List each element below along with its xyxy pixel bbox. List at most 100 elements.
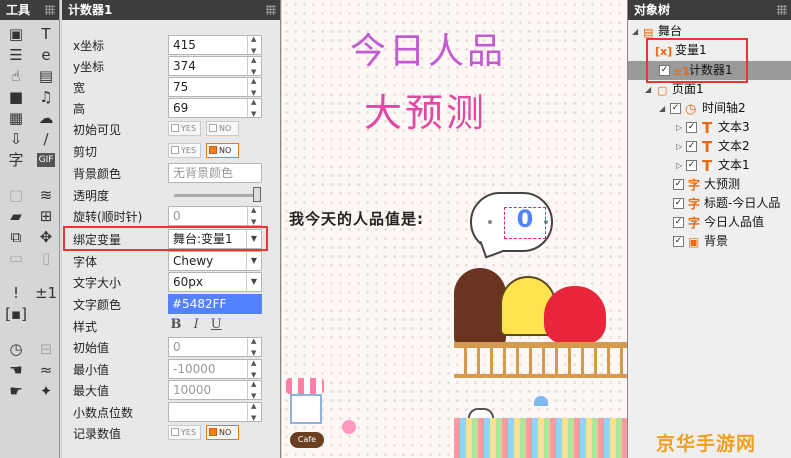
gif-tool-icon[interactable]: GIF [37, 152, 55, 167]
list-tool-icon[interactable]: ☰ [2, 44, 30, 65]
download-tool-icon[interactable]: ⇩ [2, 128, 30, 149]
visibility-checkbox[interactable]: ✓ [673, 217, 684, 228]
drag-grip-icon[interactable] [777, 5, 787, 15]
timer-tool-icon[interactable]: ◷ [2, 338, 30, 359]
counter-tool-icon[interactable]: ±1 [32, 282, 60, 303]
bold-button[interactable]: B [168, 317, 184, 332]
prop-record-value: 记录数值 YES NO [62, 422, 281, 444]
visibility-checkbox[interactable]: ✓ [673, 179, 684, 190]
tree-item-title-today[interactable]: ✓ 字 标题-今日人品 [628, 194, 791, 213]
italic-button[interactable]: I [188, 317, 204, 332]
yes-toggle[interactable]: YES [168, 425, 201, 440]
visibility-checkbox[interactable]: ✓ [670, 103, 681, 114]
chevron-down-icon[interactable]: ▼ [246, 273, 261, 291]
music-tool-icon[interactable]: ♫ [32, 86, 60, 107]
bracket-tool-icon[interactable]: [▪] [2, 303, 30, 324]
chocolate-character [454, 268, 506, 348]
move-tool-icon[interactable]: ✥ [32, 226, 60, 247]
gallery-tool-icon[interactable]: ▤ [32, 65, 60, 86]
tree-item-timeline2[interactable]: ◢ ✓ ◷ 时间轴2 [628, 99, 791, 118]
stage-title-line1[interactable]: 今日人品 [350, 22, 506, 74]
frame-tool-icon[interactable]: ▦ [2, 107, 30, 128]
max-spinner[interactable] [247, 380, 261, 400]
magic-tool-icon[interactable]: ✦ [32, 380, 60, 401]
slider-tool-icon[interactable]: ⊟ [32, 338, 60, 359]
phone-tool-icon[interactable]: ▯ [32, 247, 60, 268]
blank-page-tool-icon[interactable]: ▢ [2, 184, 30, 205]
yes-toggle[interactable]: YES [168, 121, 201, 136]
stage-canvas[interactable]: 今日人品 大预测 我今天的人品值是: 0 Cafe [282, 0, 627, 458]
visibility-checkbox[interactable]: ✓ [686, 122, 697, 133]
folder-tool-icon[interactable]: ▰ [2, 205, 30, 226]
copy-tool-icon[interactable]: ⧉ [2, 226, 30, 247]
prop-font: 字体 Chewy ▼ [62, 250, 281, 272]
height-spinner[interactable] [247, 98, 261, 118]
no-toggle[interactable]: NO [206, 143, 239, 158]
selection-handle[interactable] [488, 220, 492, 224]
expand-arrow-icon[interactable]: ▷ [676, 156, 682, 175]
initial-value-spinner[interactable] [247, 337, 261, 357]
sliders-tool-icon[interactable]: ⊞ [32, 205, 60, 226]
strawberry-character [544, 286, 606, 344]
yes-toggle[interactable]: YES [168, 143, 201, 158]
shake-tool-icon[interactable]: ☚ [2, 359, 30, 380]
y-spinner[interactable] [247, 56, 261, 76]
text-color-swatch[interactable]: #5482FF [168, 294, 262, 314]
prop-min: 最小值 -10000 [62, 358, 281, 380]
alert-tool-icon[interactable]: ! [2, 282, 30, 303]
image-tool-icon[interactable]: ▣ [2, 23, 30, 44]
web-tool-icon[interactable]: e [32, 44, 60, 65]
opacity-slider-handle[interactable] [253, 187, 261, 202]
checkbox-icon [209, 146, 217, 154]
stage-question-text[interactable]: 我今天的人品值是: [289, 208, 424, 229]
collapse-arrow-icon[interactable]: ◢ [632, 22, 638, 41]
visibility-checkbox[interactable]: ✓ [686, 160, 697, 171]
tree-item-label: 背景 [704, 234, 729, 248]
yes-label: YES [181, 428, 197, 437]
no-toggle[interactable]: NO [206, 425, 239, 440]
swipe-tool-icon[interactable]: ≈ [32, 359, 60, 380]
counter-value[interactable]: 0 [504, 205, 546, 233]
checkbox-icon [209, 428, 217, 436]
width-spinner[interactable] [247, 77, 261, 97]
tree-item-text2[interactable]: ▷ ✓ T 文本2 [628, 137, 791, 156]
opacity-slider-track[interactable] [174, 194, 256, 197]
expand-arrow-icon[interactable]: ▷ [676, 137, 682, 156]
checkbox-icon [209, 124, 217, 132]
video-tool-icon[interactable]: ■ [2, 86, 30, 107]
chevron-down-icon[interactable]: ▼ [246, 252, 261, 270]
tree-item-text1[interactable]: ▷ ✓ T 文本1 [628, 156, 791, 175]
decimals-spinner[interactable] [247, 402, 261, 422]
no-toggle[interactable]: NO [206, 121, 239, 136]
bg-color-input[interactable]: 无背景颜色 [168, 163, 262, 183]
text-tool-icon[interactable]: T [32, 23, 60, 44]
shop-window [290, 394, 322, 424]
x-spinner[interactable] [247, 35, 261, 55]
visibility-checkbox[interactable]: ✓ [673, 236, 684, 247]
tree-item-today-value[interactable]: ✓ 字 今日人品值 [628, 213, 791, 232]
pointer-tool-icon[interactable]: ☝ [2, 65, 30, 86]
cloud-tool-icon[interactable]: ☁ [32, 107, 60, 128]
prop-label: 记录数值 [73, 427, 122, 441]
stage-title-line2[interactable]: 大预测 [364, 82, 487, 137]
collapse-arrow-icon[interactable]: ◢ [659, 99, 665, 118]
rotation-spinner[interactable] [247, 206, 261, 226]
cafe-sign: Cafe [290, 432, 324, 448]
drag-grip-icon[interactable] [45, 5, 55, 15]
drag-grip-icon[interactable] [266, 5, 276, 15]
gesture-tool-icon[interactable]: ☛ [2, 380, 30, 401]
tree-item-text3[interactable]: ▷ ✓ T 文本3 [628, 118, 791, 137]
visibility-checkbox[interactable]: ✓ [673, 198, 684, 209]
brush-tool-icon[interactable]: ∕ [32, 128, 60, 149]
char-tool-icon[interactable]: 字 [2, 149, 30, 170]
layers-tool-icon[interactable]: ≋ [32, 184, 60, 205]
min-spinner[interactable] [247, 359, 261, 379]
visibility-checkbox[interactable]: ✓ [686, 141, 697, 152]
monitor-tool-icon[interactable]: ▭ [2, 247, 30, 268]
underline-button[interactable]: U [208, 317, 224, 332]
char-text-icon: 字 [688, 197, 701, 211]
expand-arrow-icon[interactable]: ▷ [676, 118, 682, 137]
tree-item-background[interactable]: ✓ ▣ 背景 [628, 232, 791, 251]
tree-item-big-predict[interactable]: ✓ 字 大预测 [628, 175, 791, 194]
